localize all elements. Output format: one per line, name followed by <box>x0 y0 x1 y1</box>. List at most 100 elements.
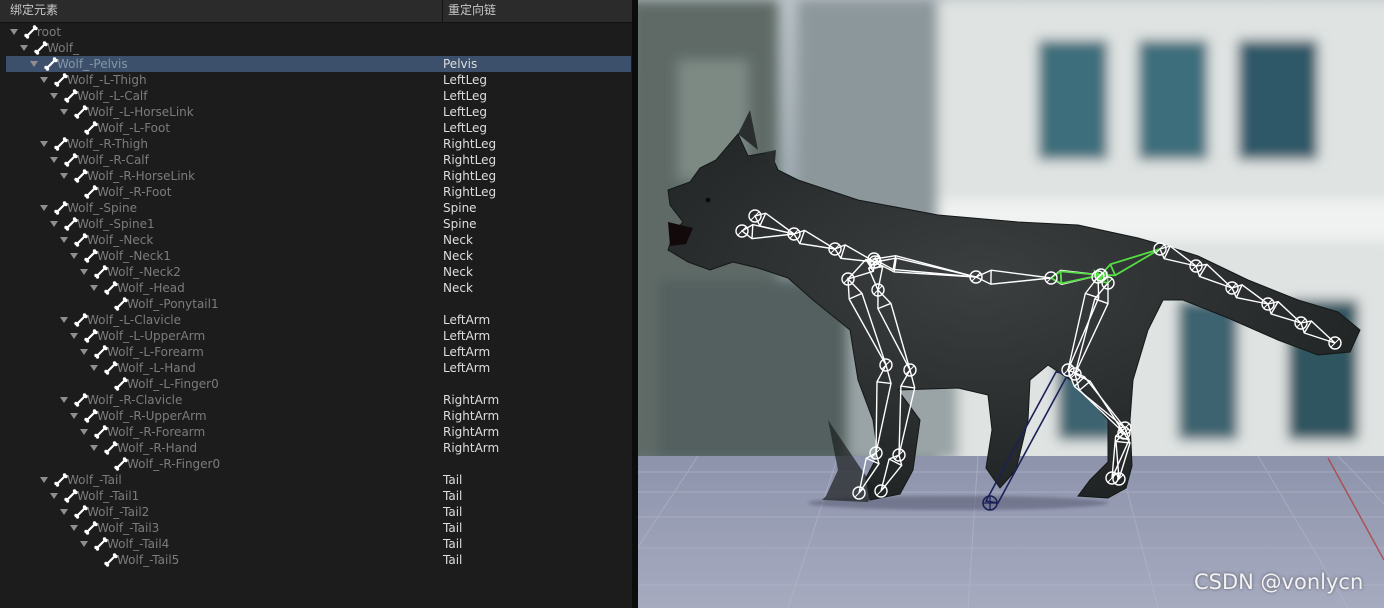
retarget-chain-value[interactable]: RightLeg <box>443 168 496 184</box>
expand-arrow-icon[interactable] <box>50 157 58 163</box>
expand-arrow-icon[interactable] <box>40 477 48 483</box>
retarget-chain-value[interactable]: Neck <box>443 248 473 264</box>
retarget-chain-value[interactable]: Tail <box>443 472 462 488</box>
bone-row[interactable]: Wolf_-Tail5 Tail <box>0 552 632 568</box>
expand-arrow-icon[interactable] <box>80 349 88 355</box>
expand-arrow-icon[interactable] <box>70 525 78 531</box>
bone-row[interactable]: Wolf_-Head Neck <box>0 280 632 296</box>
bone-row[interactable]: Wolf_-Ponytail1 <box>0 296 632 312</box>
expand-arrow-icon[interactable] <box>60 173 68 179</box>
bone-row[interactable]: Wolf_-Neck1 Neck <box>0 248 632 264</box>
expand-arrow-icon[interactable] <box>30 61 38 67</box>
bone-row[interactable]: Wolf_-R-UpperArm RightArm <box>0 408 632 424</box>
retarget-chain-value[interactable]: Pelvis <box>443 56 477 72</box>
retarget-chain-value[interactable]: LeftLeg <box>443 120 487 136</box>
bone-row[interactable]: Wolf_-R-Hand RightArm <box>0 440 632 456</box>
retarget-chain-value[interactable]: Tail <box>443 536 462 552</box>
retarget-chain-value[interactable]: LeftArm <box>443 328 490 344</box>
expand-arrow-icon[interactable] <box>20 45 28 51</box>
expand-arrow-icon[interactable] <box>60 509 68 515</box>
column-header-bone[interactable]: 绑定元素 <box>10 0 58 22</box>
retarget-chain-value[interactable]: Neck <box>443 232 473 248</box>
column-header-chain[interactable]: 重定向链 <box>448 0 496 22</box>
bone-row[interactable]: Wolf_-Pelvis Pelvis <box>6 56 631 72</box>
retarget-chain-value[interactable]: LeftArm <box>443 360 490 376</box>
bone-row[interactable]: Wolf_-L-Clavicle LeftArm <box>0 312 632 328</box>
expand-arrow-icon[interactable] <box>70 333 78 339</box>
expand-arrow-icon[interactable] <box>40 77 48 83</box>
bone-row[interactable]: Wolf_-Spine Spine <box>0 200 632 216</box>
expand-arrow-icon[interactable] <box>80 541 88 547</box>
bone-row[interactable]: Wolf_-R-Finger0 <box>0 456 632 472</box>
expand-arrow-icon[interactable] <box>90 445 98 451</box>
bone-row[interactable]: Wolf_-R-HorseLink RightLeg <box>0 168 632 184</box>
bone-row[interactable]: Wolf_-Tail4 Tail <box>0 536 632 552</box>
bone-row[interactable]: Wolf_-R-Foot RightLeg <box>0 184 632 200</box>
expand-arrow-icon[interactable] <box>40 205 48 211</box>
retarget-chain-value[interactable]: RightArm <box>443 424 499 440</box>
bone-row[interactable]: Wolf_-R-Thigh RightLeg <box>0 136 632 152</box>
bone-row[interactable]: Wolf_-L-Hand LeftArm <box>0 360 632 376</box>
expand-arrow-icon[interactable] <box>70 253 78 259</box>
expand-arrow-icon[interactable] <box>80 429 88 435</box>
retarget-chain-value[interactable]: RightLeg <box>443 136 496 152</box>
retarget-chain-value[interactable]: RightLeg <box>443 184 496 200</box>
bone-row[interactable]: Wolf_-L-Foot LeftLeg <box>0 120 632 136</box>
retarget-chain-value[interactable]: LeftLeg <box>443 104 487 120</box>
expand-arrow-icon[interactable] <box>70 413 78 419</box>
expand-arrow-icon[interactable] <box>50 493 58 499</box>
retarget-chain-value[interactable]: RightArm <box>443 392 499 408</box>
retarget-chain-value[interactable]: RightLeg <box>443 152 496 168</box>
retarget-chain-value[interactable]: LeftLeg <box>443 72 487 88</box>
bone-row[interactable]: Wolf_-L-HorseLink LeftLeg <box>0 104 632 120</box>
bone-row[interactable]: Wolf_-Neck Neck <box>0 232 632 248</box>
bone-row[interactable]: Wolf_ <box>0 40 632 56</box>
retarget-chain-value[interactable]: Neck <box>443 280 473 296</box>
bone-row[interactable]: Wolf_-Tail Tail <box>0 472 632 488</box>
bone-name: Wolf_-Spine1 <box>77 217 155 231</box>
expand-arrow-icon[interactable] <box>90 365 98 371</box>
bone-name: Wolf_-R-Thigh <box>67 137 148 151</box>
retarget-chain-value[interactable]: RightArm <box>443 440 499 456</box>
retarget-chain-value[interactable]: RightArm <box>443 408 499 424</box>
viewport[interactable] <box>638 0 1384 608</box>
bone-row[interactable]: Wolf_-Tail3 Tail <box>0 520 632 536</box>
retarget-chain-value[interactable]: Tail <box>443 552 462 568</box>
bone-row[interactable]: Wolf_-Spine1 Spine <box>0 216 632 232</box>
bone-row[interactable]: Wolf_-R-Forearm RightArm <box>0 424 632 440</box>
expand-arrow-icon[interactable] <box>90 285 98 291</box>
expand-arrow-icon[interactable] <box>60 237 68 243</box>
bone-row[interactable]: Wolf_-L-UpperArm LeftArm <box>0 328 632 344</box>
bone-name: Wolf_-L-Clavicle <box>87 313 182 327</box>
column-divider[interactable] <box>442 0 443 22</box>
retarget-chain-value[interactable]: Neck <box>443 264 473 280</box>
retarget-chain-value[interactable]: LeftArm <box>443 344 490 360</box>
bone-row[interactable]: Wolf_-R-Clavicle RightArm <box>0 392 632 408</box>
expand-arrow-icon[interactable] <box>80 269 88 275</box>
bone-row[interactable]: Wolf_-L-Calf LeftLeg <box>0 88 632 104</box>
expand-arrow-icon[interactable] <box>10 29 18 35</box>
expand-arrow-icon[interactable] <box>60 317 68 323</box>
bone-row[interactable]: Wolf_-L-Thigh LeftLeg <box>0 72 632 88</box>
bone-name: Wolf_-R-Forearm <box>107 425 206 439</box>
bone-row[interactable]: root <box>0 24 632 40</box>
expand-arrow-icon[interactable] <box>60 397 68 403</box>
expand-arrow-icon[interactable] <box>40 141 48 147</box>
retarget-chain-value[interactable]: Tail <box>443 520 462 536</box>
bone-row[interactable]: Wolf_-Neck2 Neck <box>0 264 632 280</box>
retarget-chain-value[interactable]: LeftLeg <box>443 88 487 104</box>
expand-arrow-icon[interactable] <box>50 93 58 99</box>
bone-row[interactable]: Wolf_-R-Calf RightLeg <box>0 152 632 168</box>
retarget-chain-value[interactable]: Tail <box>443 488 462 504</box>
viewport-scene[interactable] <box>638 0 1384 608</box>
retarget-chain-value[interactable]: Tail <box>443 504 462 520</box>
retarget-chain-value[interactable]: Spine <box>443 216 477 232</box>
retarget-chain-value[interactable]: LeftArm <box>443 312 490 328</box>
bone-row[interactable]: Wolf_-L-Forearm LeftArm <box>0 344 632 360</box>
bone-row[interactable]: Wolf_-Tail2 Tail <box>0 504 632 520</box>
expand-arrow-icon[interactable] <box>60 109 68 115</box>
expand-arrow-icon[interactable] <box>50 221 58 227</box>
bone-row[interactable]: Wolf_-L-Finger0 <box>0 376 632 392</box>
bone-row[interactable]: Wolf_-Tail1 Tail <box>0 488 632 504</box>
retarget-chain-value[interactable]: Spine <box>443 200 477 216</box>
